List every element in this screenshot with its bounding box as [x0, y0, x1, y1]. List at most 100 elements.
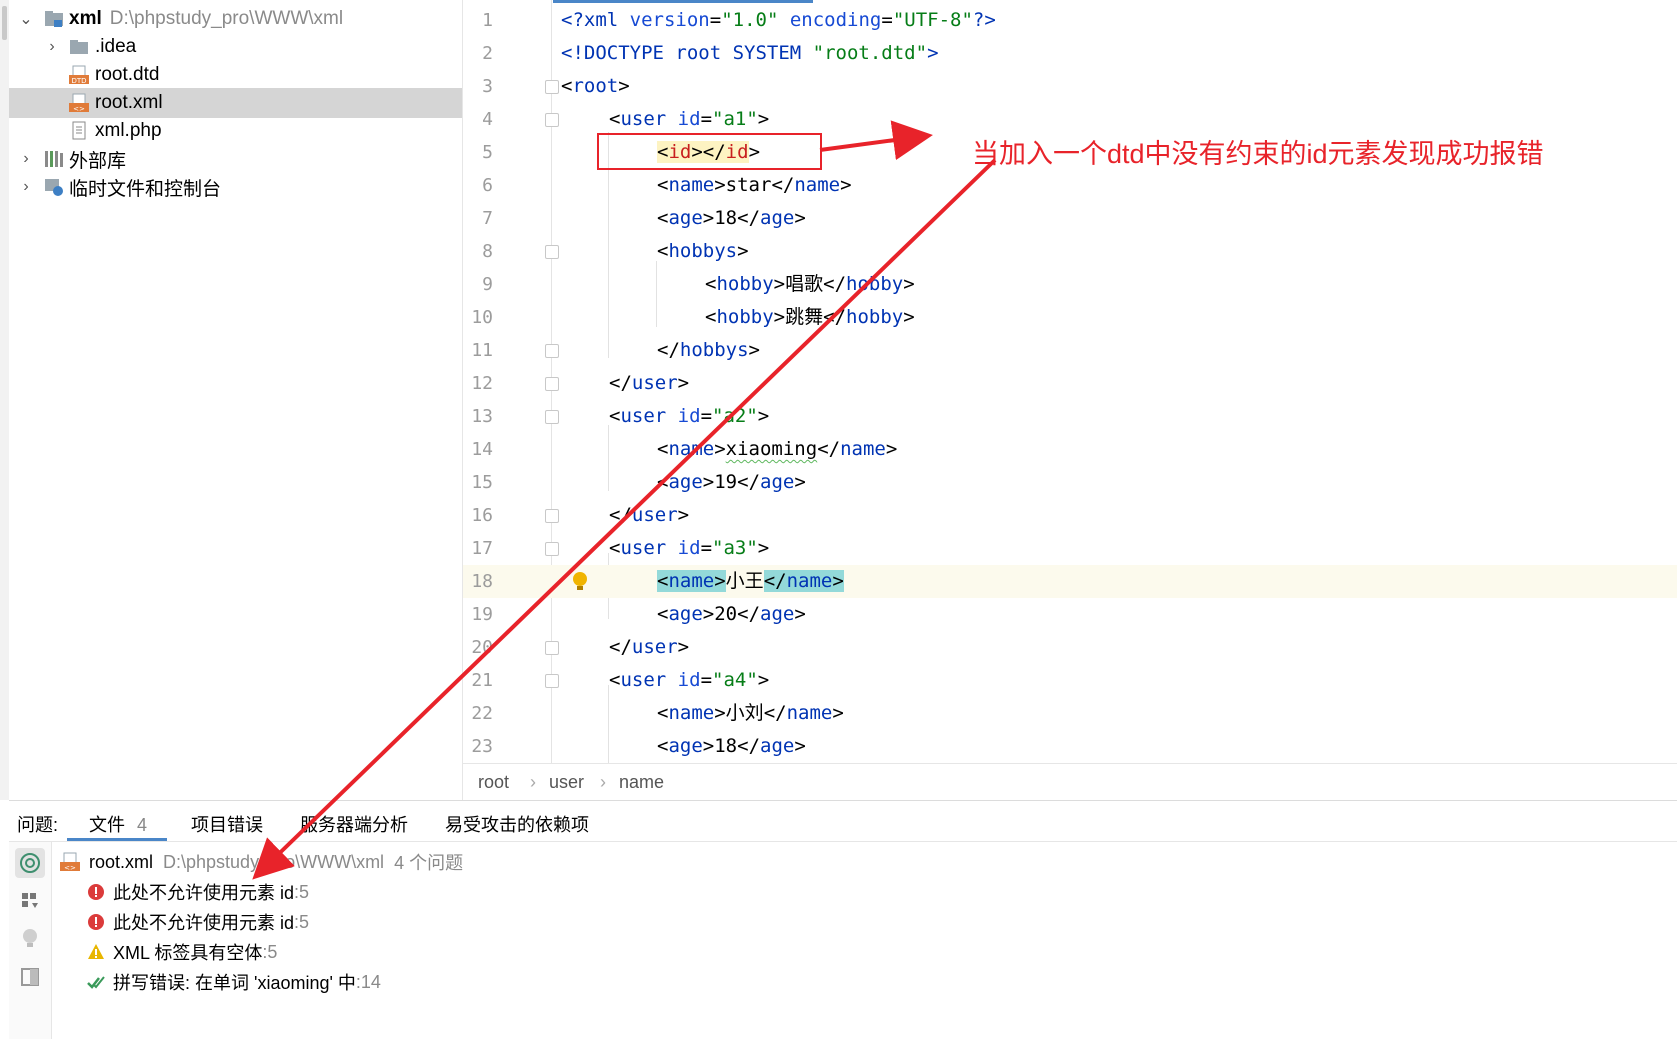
lightbulb-icon[interactable] [571, 571, 589, 593]
problem-item[interactable]: 此处不允许使用元素 id:5 [87, 907, 309, 937]
chevron-right-icon: › [530, 772, 536, 792]
module-folder-icon [45, 11, 63, 27]
auto-scroll-icon[interactable] [15, 848, 45, 878]
problem-location: :5 [294, 911, 310, 932]
tree-item-external-libs[interactable]: › 外部库 [9, 144, 462, 174]
line-number: 1 [482, 10, 493, 31]
tree-item-label: xml.php [95, 120, 162, 141]
tree-root-xml[interactable]: ⌄ xml D:\phpstudy_pro\WWW\xml [9, 4, 462, 34]
fold-marker-icon[interactable] [545, 377, 559, 391]
problem-location: :5 [294, 881, 310, 902]
code-line-13: 13 <user id="a2"> [463, 400, 1677, 433]
breadcrumb-item[interactable]: user [549, 772, 584, 793]
problem-file-path: D:\phpstudy_pro\WWW\xml [163, 851, 385, 872]
tree-item-xml-php[interactable]: xml.php [9, 116, 462, 146]
tree-item-label: .idea [95, 36, 137, 57]
line-number: 17 [471, 538, 493, 559]
lightbulb-icon[interactable] [15, 924, 45, 954]
problem-file-row[interactable]: <> root.xml D:\phpstudy_pro\WWW\xml 4 个问… [59, 847, 463, 877]
line-number: 12 [471, 373, 493, 394]
tab-vulnerable-deps[interactable]: 易受攻击的依赖项 [445, 811, 589, 837]
breadcrumb-item[interactable]: root [478, 772, 509, 793]
svg-text:DTD: DTD [71, 77, 86, 85]
tree-item-label: 外部库 [69, 150, 127, 172]
fold-marker-icon[interactable] [545, 542, 559, 556]
dtd-file-icon: DTD [69, 65, 89, 85]
line-number: 20 [471, 637, 493, 658]
line-number: 19 [471, 604, 493, 625]
fold-marker-icon[interactable] [545, 509, 559, 523]
chevron-right-icon[interactable]: › [19, 178, 33, 196]
code-line-9: 9 <hobby>唱歌</hobby> [463, 268, 1677, 301]
line-number: 4 [482, 109, 493, 130]
xml-file-icon: <> [60, 852, 80, 872]
tree-item-label: root.dtd [95, 64, 160, 85]
scratches-icon [45, 179, 63, 196]
fold-marker-icon[interactable] [545, 80, 559, 94]
fold-marker-icon[interactable] [545, 674, 559, 688]
problems-toolbar [9, 842, 52, 1039]
problem-item[interactable]: 拼写错误: 在单词 'xiaoming' 中:14 [87, 967, 381, 997]
code-line-22: 22 <name>小刘</name> [463, 697, 1677, 730]
chevron-right-icon: › [600, 772, 606, 792]
chevron-right-icon[interactable]: › [45, 38, 59, 56]
fold-marker-icon[interactable] [545, 113, 559, 127]
code-line-8: 8 <hobbys> [463, 235, 1677, 268]
fold-marker-icon[interactable] [545, 410, 559, 424]
tab-server-analysis[interactable]: 服务器端分析 [300, 811, 408, 837]
code-line-19: 19 <age>20</age> [463, 598, 1677, 631]
line-number: 18 [471, 571, 493, 592]
fold-marker-icon[interactable] [545, 344, 559, 358]
line-number: 14 [471, 439, 493, 460]
line-number: 22 [471, 703, 493, 724]
tree-item-root-dtd[interactable]: DTD root.dtd [9, 60, 462, 90]
warning-icon [88, 944, 104, 959]
svg-text:<>: <> [64, 864, 76, 872]
fold-marker-icon[interactable] [545, 245, 559, 259]
problem-file-name: root.xml [89, 851, 154, 872]
active-tab-indicator [553, 0, 813, 3]
annotation-text: 当加入一个dtd中没有约束的id元素发现成功报错 [972, 139, 1544, 169]
tree-item-idea[interactable]: › .idea [9, 32, 462, 62]
annotation-highlight-box [597, 133, 822, 170]
problem-item[interactable]: XML 标签具有空体:5 [87, 937, 277, 967]
code-line-7: 7 <age>18</age> [463, 202, 1677, 235]
chevron-right-icon[interactable]: › [19, 150, 33, 168]
code-line-12: 12 </user> [463, 367, 1677, 400]
typo-check-icon [87, 976, 105, 989]
problem-item[interactable]: 此处不允许使用元素 id:5 [87, 877, 309, 907]
tree-item-scratches[interactable]: › 临时文件和控制台 [9, 172, 462, 202]
line-number: 6 [482, 175, 493, 196]
code-editor[interactable]: 1 <?xml version="1.0" encoding="UTF-8"?> … [463, 0, 1677, 763]
line-number: 9 [482, 274, 493, 295]
code-line-10: 10 <hobby>跳舞</hobby> [463, 301, 1677, 334]
breadcrumb: root › user › name [463, 763, 1677, 801]
library-icon [45, 151, 63, 167]
chevron-down-icon[interactable]: ⌄ [19, 9, 33, 29]
problems-label: 问题: [17, 815, 59, 835]
code-line-17: 17 <user id="a3"> [463, 532, 1677, 565]
xml-file-icon: <> [69, 93, 89, 113]
line-number: 2 [482, 43, 493, 64]
svg-text:<>: <> [73, 105, 85, 113]
problem-text: 拼写错误: 在单词 'xiaoming' 中 [113, 973, 356, 993]
tab-project-errors[interactable]: 项目错误 [191, 811, 263, 837]
line-number: 15 [471, 472, 493, 493]
preview-panel-icon[interactable] [15, 962, 45, 992]
code-line-15: 15 <age>19</age> [463, 466, 1677, 499]
line-number: 5 [482, 142, 493, 163]
line-number: 16 [471, 505, 493, 526]
group-by-icon[interactable] [15, 886, 45, 916]
breadcrumb-item[interactable]: name [619, 772, 664, 793]
problem-text: 此处不允许使用元素 id [113, 883, 295, 903]
line-number: 23 [471, 736, 493, 757]
code-line-18: 18 <name>小王</name> [463, 565, 1677, 598]
problem-location: :14 [355, 971, 381, 992]
code-line-3: 3 <root> [463, 70, 1677, 103]
tree-item-root-xml[interactable]: <> root.xml [9, 88, 462, 118]
scroll-thumb[interactable] [2, 6, 7, 40]
fold-marker-icon[interactable] [545, 641, 559, 655]
line-number: 3 [482, 76, 493, 97]
code-line-20: 20 </user> [463, 631, 1677, 664]
tab-file[interactable]: 文件 4 [89, 811, 147, 837]
